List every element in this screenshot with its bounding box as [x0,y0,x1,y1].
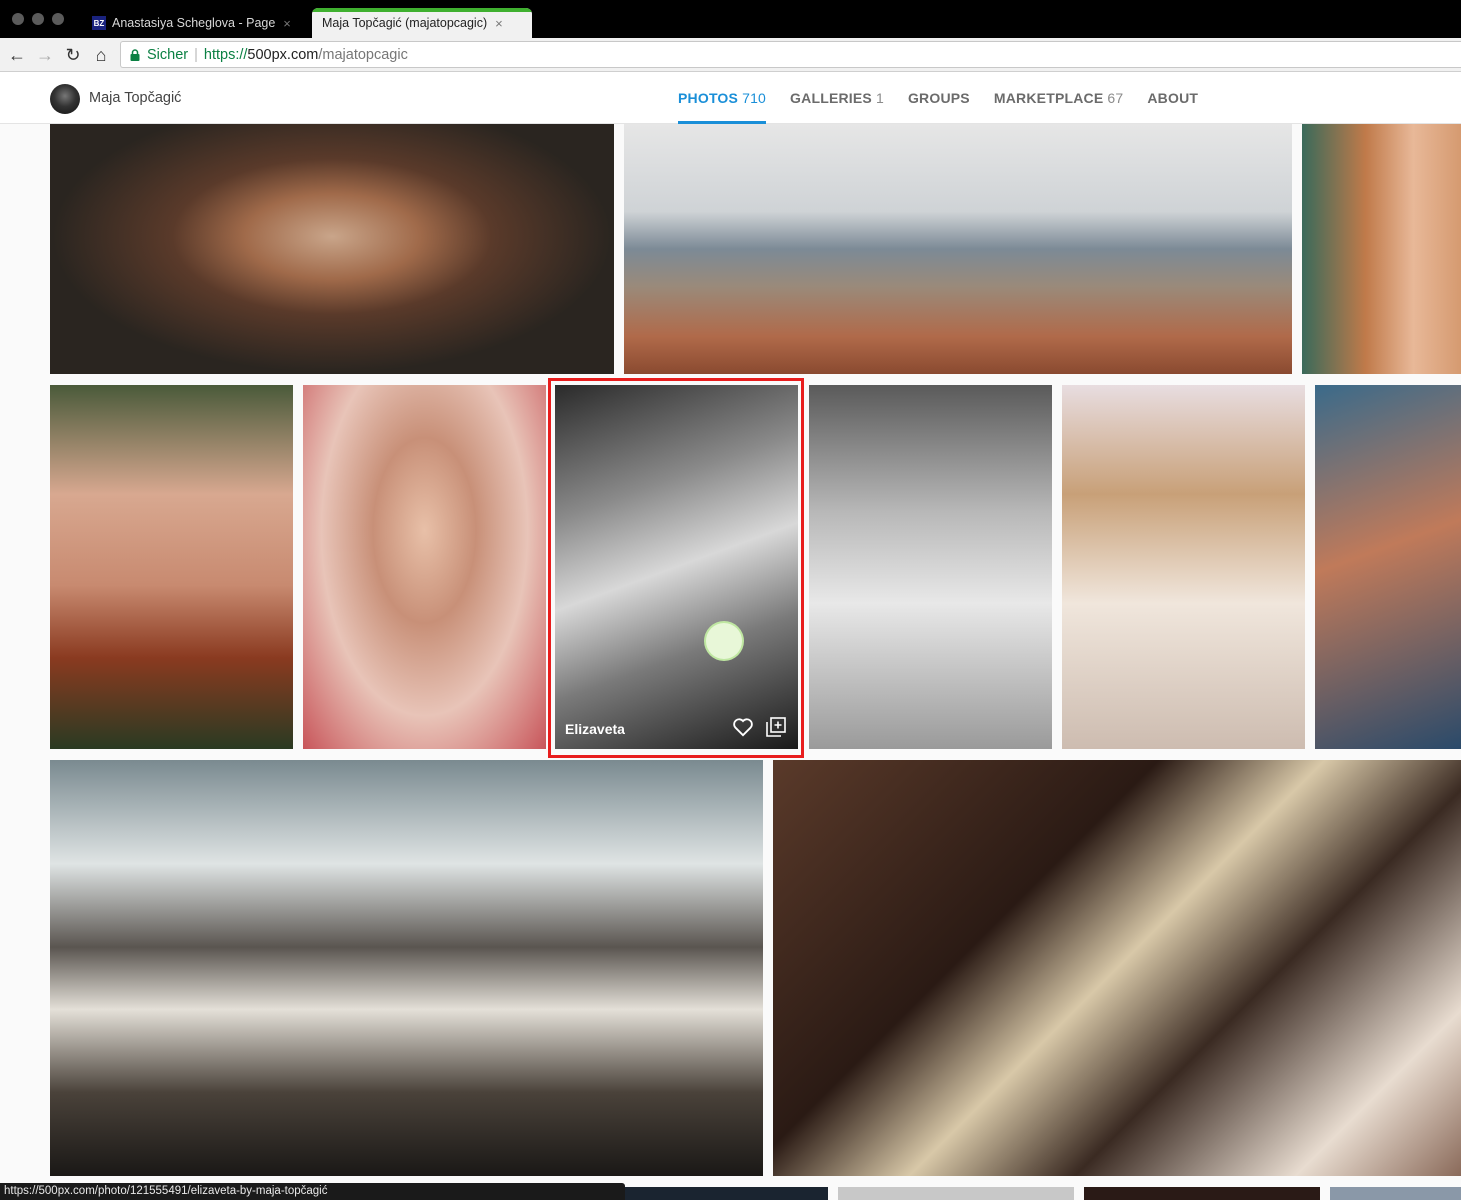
photo-thumbnail[interactable] [1302,124,1461,374]
browser-toolbar: ← → ↻ ⌂ Sicher | https:// 500px.com /maj… [0,38,1461,72]
cursor-icon [706,623,742,659]
window-zoom-dot[interactable] [52,13,64,25]
tab-galleries-count: 1 [875,90,884,106]
window-close-dot[interactable] [12,13,24,25]
tab-close-icon[interactable]: × [495,16,503,31]
photo-thumbnail[interactable] [773,760,1461,1176]
address-bar[interactable]: Sicher | https:// 500px.com /majatopcagi… [120,41,1461,68]
photo-thumbnail[interactable] [625,1187,828,1200]
tab-favicon-icon: BZ [92,16,106,30]
tab-marketplace-label: MARKETPLACE [993,90,1104,106]
photo-thumbnail[interactable] [1062,385,1305,749]
photo-thumbnail[interactable] [838,1187,1074,1200]
profile-header: Maja Topčagić PHOTOS 710 GALLERIES 1 GRO… [0,72,1461,124]
secure-label: Sicher [147,46,189,63]
tab-close-icon[interactable]: × [283,16,291,31]
tab-marketplace-count: 67 [1107,90,1124,106]
tab-galleries[interactable]: GALLERIES 1 [790,72,884,124]
tab-groups-label: GROUPS [907,90,970,106]
tab-inactive[interactable]: BZ Anastasiya Scheglova - Page × [82,8,308,38]
photo-thumbnail[interactable] [50,385,293,749]
tab-active[interactable]: Maja Topčagić (majatopcagic) × [312,8,532,38]
profile-nav: PHOTOS 710 GALLERIES 1 GROUPS MARKETPLAC… [678,72,1222,124]
status-bar-url: https://500px.com/photo/121555491/elizav… [0,1183,625,1200]
photo-thumbnail[interactable] [1330,1187,1461,1200]
url-path: /majatopcagic [318,46,408,63]
lock-icon [130,48,140,61]
photo-thumbnail[interactable] [50,124,614,374]
url-host: 500px.com [247,46,319,63]
add-to-gallery-icon[interactable] [766,717,786,737]
home-icon[interactable]: ⌂ [90,44,112,66]
tab-photos[interactable]: PHOTOS 710 [678,72,767,124]
photo-thumbnail[interactable] [1084,1187,1320,1200]
tab-about[interactable]: ABOUT [1147,72,1198,124]
forward-arrow-icon[interactable]: → [34,44,56,66]
avatar[interactable] [50,84,80,114]
photo-title[interactable]: Elizaveta [565,721,625,737]
tab-label: Maja Topčagić (majatopcagic) [322,16,488,30]
photo-thumbnail[interactable] [809,385,1052,749]
address-separator: | [194,46,198,63]
profile-name[interactable]: Maja Topčagić [89,90,181,106]
reload-icon[interactable]: ↻ [62,44,84,66]
window-minimize-dot[interactable] [32,13,44,25]
photo-thumbnail[interactable] [624,124,1292,374]
photo-thumbnail[interactable] [50,760,763,1176]
url-scheme: https:// [203,46,248,63]
photo-thumbnail[interactable] [303,385,546,749]
tab-photos-label: PHOTOS [678,90,739,106]
browser-tab-strip: BZ Anastasiya Scheglova - Page × Maja To… [0,0,1461,38]
heart-icon[interactable] [732,717,754,737]
back-arrow-icon[interactable]: ← [6,44,28,66]
tab-marketplace[interactable]: MARKETPLACE 67 [994,72,1124,124]
tab-about-label: ABOUT [1147,90,1199,106]
tab-galleries-label: GALLERIES [790,90,872,106]
tab-label: Anastasiya Scheglova - Page [112,16,276,30]
tab-groups[interactable]: GROUPS [908,72,970,124]
photo-thumbnail-elizaveta[interactable]: Elizaveta [555,385,798,749]
tab-photos-count: 710 [742,90,767,106]
photo-thumbnail[interactable] [1315,385,1461,749]
photo-grid: Elizaveta [0,124,1461,1200]
